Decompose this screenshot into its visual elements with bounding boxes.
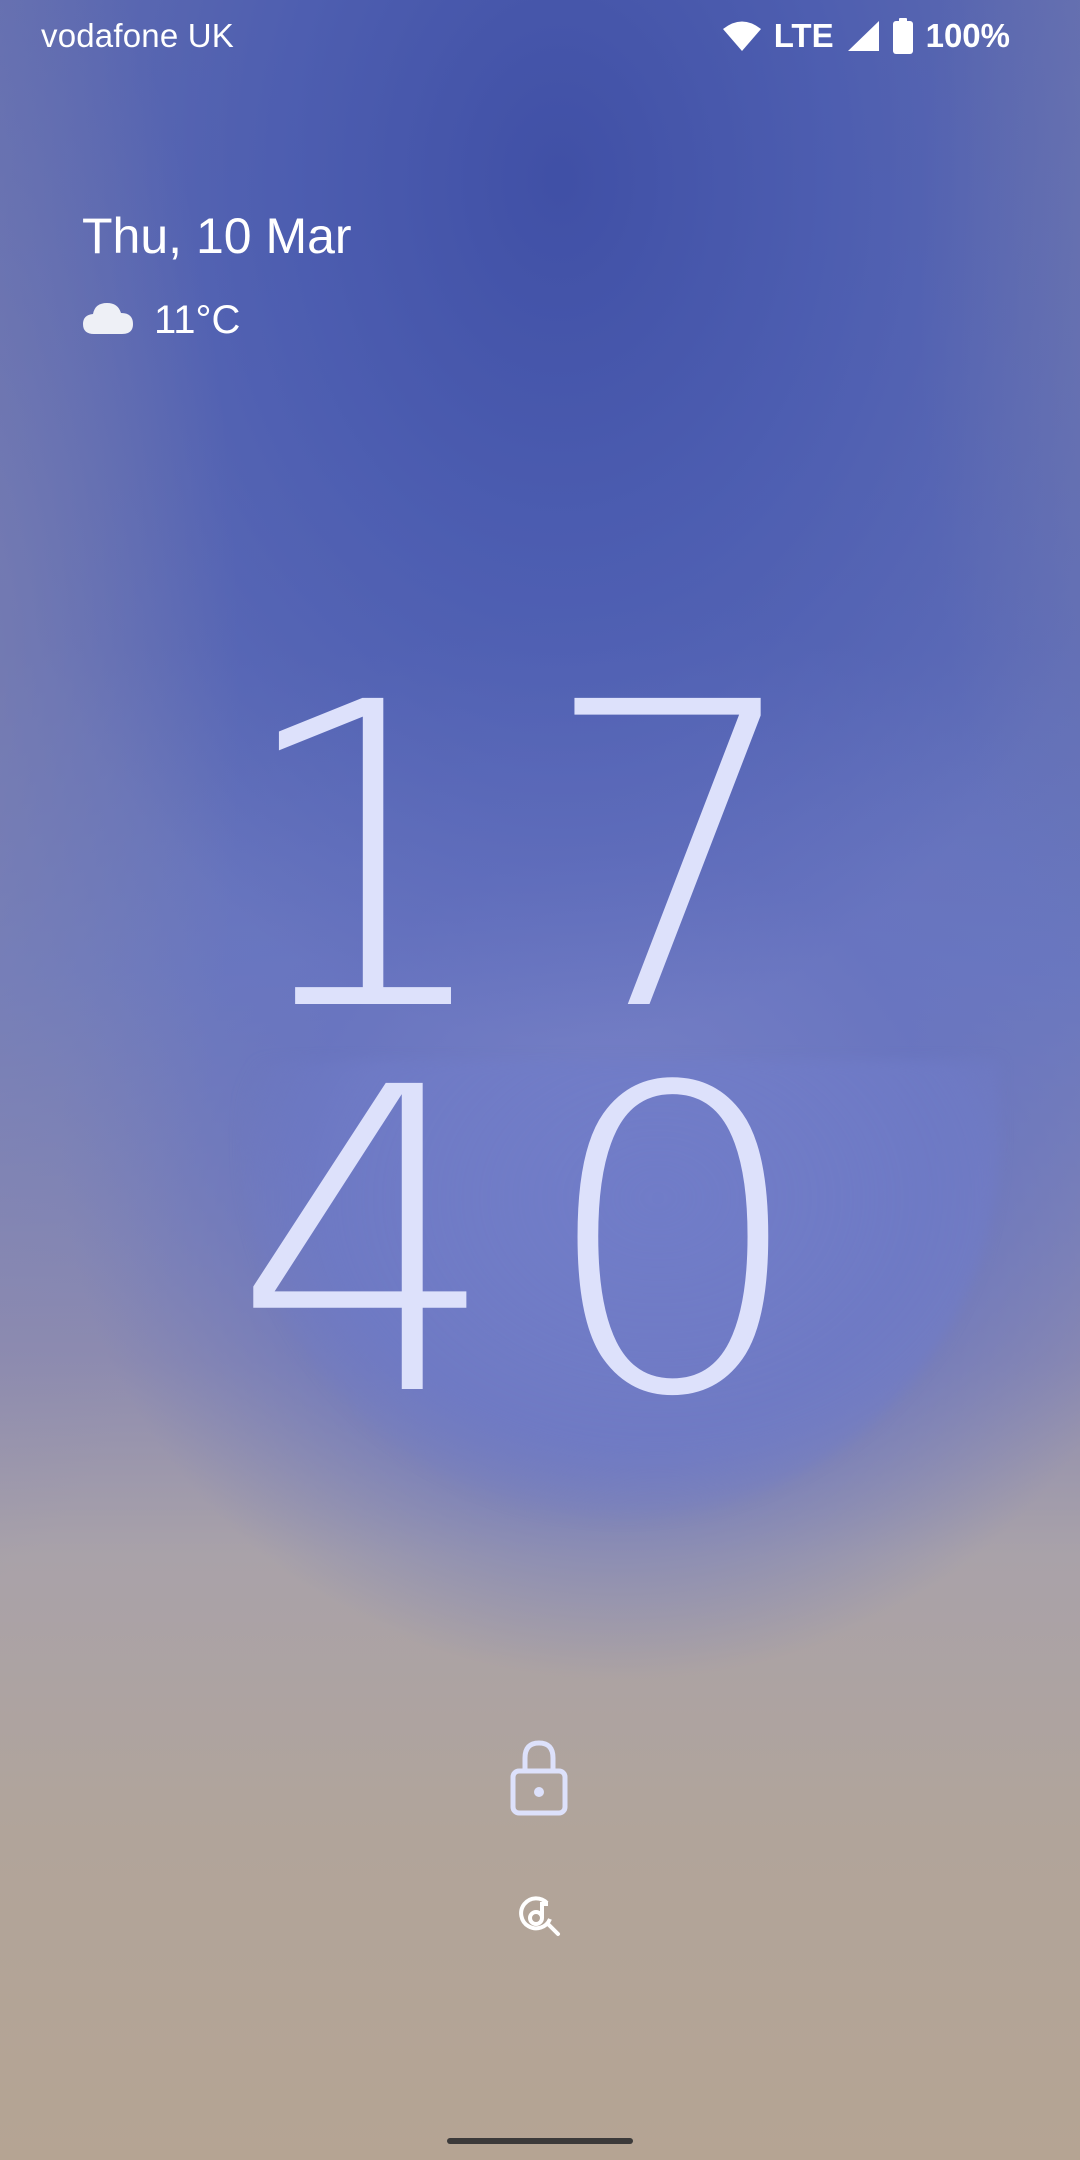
- status-bar: vodafone UK LTE 100%: [0, 0, 1080, 72]
- network-type: LTE: [773, 17, 834, 54]
- battery-percent: 100%: [925, 17, 1010, 54]
- clock-minutes: 40: [232, 1000, 848, 1489]
- lock-icon[interactable]: [509, 1738, 569, 1818]
- wifi-icon: [722, 20, 762, 52]
- lock-screen: vodafone UK LTE 100% Thu, 10 Mar 11°C 17…: [0, 0, 1080, 2160]
- status-icons: LTE 100%: [722, 14, 1010, 58]
- date-label[interactable]: Thu, 10 Mar: [82, 206, 352, 266]
- gesture-nav-handle[interactable]: [447, 2138, 633, 2144]
- carrier-name: vodafone UK: [41, 17, 234, 54]
- cloud-icon: [82, 300, 134, 341]
- cell-signal-icon: [846, 20, 880, 52]
- temperature: 11°C: [154, 298, 241, 342]
- weather-widget[interactable]: 11°C: [82, 294, 240, 346]
- battery-icon: [892, 18, 914, 54]
- now-playing-search-icon[interactable]: [517, 1893, 561, 1937]
